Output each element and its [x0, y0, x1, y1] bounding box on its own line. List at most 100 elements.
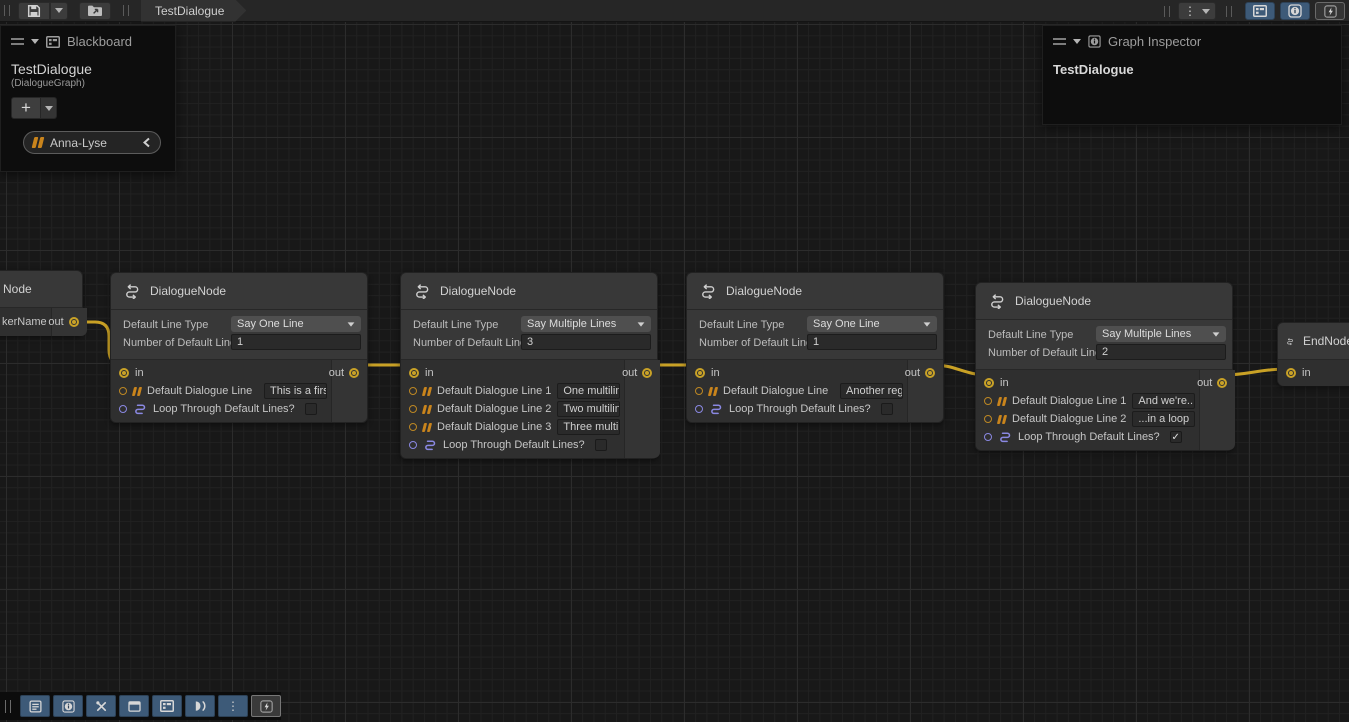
open-asset-button[interactable] [79, 2, 111, 20]
graph-canvas[interactable]: TestDialogue ⋮ [0, 0, 1349, 722]
node-title[interactable]: DialogueNode [976, 283, 1232, 319]
save-button[interactable] [18, 2, 50, 20]
out-port[interactable] [642, 368, 652, 378]
out-port[interactable] [925, 368, 935, 378]
line-type-dropdown[interactable]: Say Multiple Lines [521, 316, 651, 332]
info-button[interactable] [53, 695, 83, 717]
dialogue-node-1[interactable]: DialogueNode Default Line Type Say One L… [110, 272, 368, 423]
in-port-label: in [1000, 377, 1009, 389]
out-port[interactable] [69, 317, 79, 327]
line-type-dropdown[interactable]: Say One Line [231, 316, 361, 332]
out-port[interactable] [1217, 378, 1227, 388]
string-quote-icon [998, 397, 1006, 406]
line-text-field[interactable]: Three multili [557, 419, 620, 435]
node-port-section: in Default Dialogue Line This is a first [111, 359, 367, 422]
string-port[interactable] [409, 423, 417, 431]
string-port[interactable] [984, 415, 992, 423]
blackboard-panel[interactable]: Blackboard TestDialogue (DialogueGraph) … [0, 25, 176, 172]
loop-icon [133, 403, 147, 415]
line-text-field[interactable]: ...in a loop [1132, 411, 1195, 427]
line-text-field[interactable]: One multiline [557, 383, 620, 399]
chevron-down-icon [348, 322, 355, 326]
string-port[interactable] [409, 405, 417, 413]
prop-label: Number of Default Lines [111, 337, 242, 349]
num-lines-field[interactable]: 1 [807, 334, 937, 350]
window-button[interactable] [119, 695, 149, 717]
string-port[interactable] [695, 387, 703, 395]
string-port[interactable] [409, 387, 417, 395]
graph-inspector-panel[interactable]: Graph Inspector TestDialogue [1042, 25, 1342, 125]
num-lines-field[interactable]: 2 [1096, 344, 1226, 360]
collapse-arrow-icon[interactable] [31, 39, 39, 44]
in-port[interactable] [409, 368, 419, 378]
bool-port[interactable] [119, 405, 127, 413]
bool-port[interactable] [409, 441, 417, 449]
in-port[interactable] [695, 368, 705, 378]
num-lines-field[interactable]: 3 [521, 334, 651, 350]
blackboard-field-anna-lyse[interactable]: Anna-Lyse [23, 131, 161, 154]
toolbar-drag-handle[interactable] [5, 700, 11, 713]
line-type-dropdown[interactable]: Say One Line [807, 316, 937, 332]
overflow-button[interactable]: ⋮ [218, 695, 248, 717]
overflow-menu-button[interactable]: ⋮ [1178, 2, 1216, 20]
end-node[interactable]: EndNode in [1277, 322, 1349, 386]
out-port[interactable] [349, 368, 359, 378]
chevron-down-icon [924, 322, 931, 326]
line-text-field[interactable]: Two multiline [557, 401, 620, 417]
line-text-field[interactable]: And we're... [1132, 393, 1195, 409]
graph-tab[interactable]: TestDialogue [141, 0, 246, 22]
tools-button[interactable] [86, 695, 116, 717]
spark-button-bottom[interactable] [251, 695, 281, 717]
dialogue-node-4[interactable]: DialogueNode Default Line Type Say Multi… [975, 282, 1233, 451]
collapse-arrow-icon[interactable] [1073, 39, 1081, 44]
playback-button[interactable] [185, 695, 215, 717]
loop-checkbox[interactable] [305, 403, 317, 415]
dialogue-node-2[interactable]: DialogueNode Default Line Type Say Multi… [400, 272, 658, 459]
in-port[interactable] [119, 368, 129, 378]
toggle-blackboard-button[interactable] [1245, 2, 1275, 20]
notes-button[interactable] [20, 695, 50, 717]
string-port[interactable] [984, 397, 992, 405]
line-text-field[interactable]: This is a first [264, 383, 327, 399]
blackboard-header[interactable]: Blackboard [1, 26, 175, 53]
node-title[interactable]: Node [0, 271, 82, 307]
line-type-dropdown[interactable]: Say Multiple Lines [1096, 326, 1226, 342]
spark-icon [260, 700, 273, 713]
spark-button[interactable] [1315, 2, 1345, 20]
speaker-node-partial[interactable]: Node kerName out [0, 270, 83, 336]
dialogue-node-icon [988, 294, 1006, 309]
loop-checkbox[interactable] [595, 439, 607, 451]
prop-label: Number of Default Lines [687, 337, 818, 349]
add-variable-button[interactable]: + [11, 97, 41, 119]
blackboard-button[interactable] [152, 695, 182, 717]
in-port[interactable] [1286, 368, 1296, 378]
node-title[interactable]: DialogueNode [111, 273, 367, 309]
loop-checkbox[interactable] [881, 403, 893, 415]
toolbar-drag-handle[interactable] [1164, 6, 1170, 17]
toolbar-drag-handle[interactable] [123, 5, 129, 16]
node-title[interactable]: DialogueNode [401, 273, 657, 309]
info-icon [1088, 35, 1101, 48]
node-title[interactable]: EndNode [1278, 323, 1349, 359]
add-variable-dropdown[interactable] [41, 97, 57, 119]
node-title-label: DialogueNode [150, 284, 226, 298]
bool-port[interactable] [984, 433, 992, 441]
node-properties: Default Line Type Say One Line Number of… [687, 309, 943, 359]
toolbar-drag-handle[interactable] [1226, 6, 1232, 17]
string-port[interactable] [119, 387, 127, 395]
in-port[interactable] [984, 378, 994, 388]
line-text-field[interactable]: Another regu [840, 383, 903, 399]
collapse-left-icon[interactable] [142, 137, 151, 148]
num-lines-field[interactable]: 1 [231, 334, 361, 350]
in-port-label: in [1302, 367, 1311, 379]
node-title[interactable]: DialogueNode [687, 273, 943, 309]
inspector-title: Graph Inspector [1108, 34, 1201, 49]
bool-port[interactable] [695, 405, 703, 413]
dialogue-node-3[interactable]: DialogueNode Default Line Type Say One L… [686, 272, 944, 423]
save-dropdown-button[interactable] [50, 2, 68, 20]
toggle-inspector-button[interactable] [1280, 2, 1310, 20]
inspector-header[interactable]: Graph Inspector [1043, 26, 1341, 53]
loop-icon [998, 431, 1012, 443]
loop-checkbox[interactable]: ✓ [1170, 431, 1182, 443]
toolbar-drag-handle[interactable] [4, 5, 10, 16]
